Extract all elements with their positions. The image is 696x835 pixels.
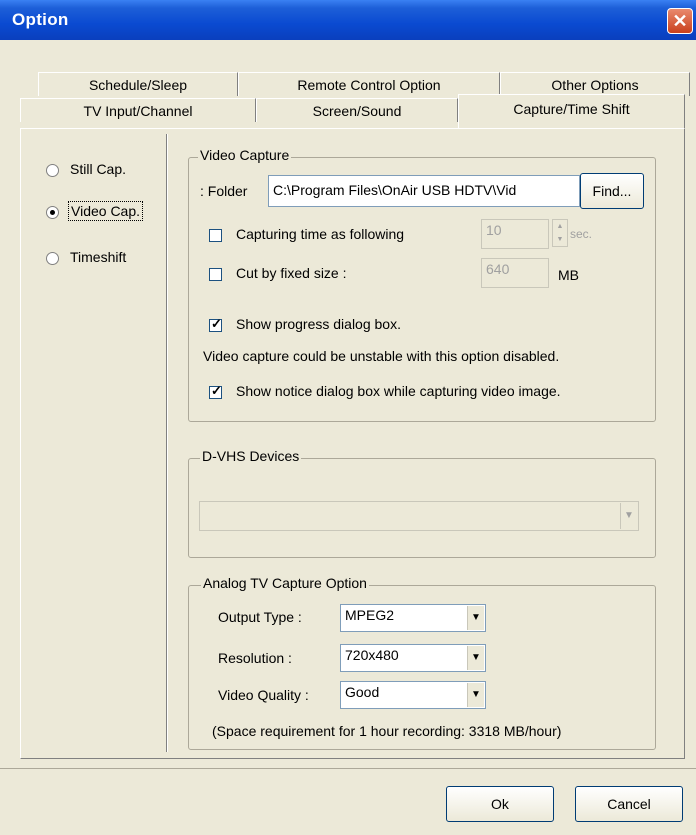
capturing-time-label: Capturing time as following [236,226,405,242]
tab-screen-sound[interactable]: Screen/Sound [256,98,458,122]
sidebar-separator [166,134,168,752]
dvhs-title: D-VHS Devices [200,448,302,464]
folder-label: : Folder [200,183,248,199]
radio-video-cap[interactable] [46,206,59,219]
show-progress-checkbox[interactable]: ✓ [209,316,222,332]
warning-text: Video capture could be unstable with thi… [203,348,560,364]
space-requirement-text: (Space requirement for 1 hour recording:… [212,723,562,739]
radio-timeshift-label: Timeshift [70,249,127,265]
output-type-value: MPEG2 [345,607,395,623]
window-title: Option [12,10,69,29]
cancel-button[interactable]: Cancel [575,786,683,822]
resolution-label: Resolution : [218,650,292,666]
find-button[interactable]: Find... [580,173,644,209]
mb-label: MB [558,267,579,283]
tab-other-options[interactable]: Other Options [500,72,690,96]
ok-button[interactable]: Ok [446,786,554,822]
tab-capture-time-shift[interactable]: Capture/Time Shift [458,94,685,128]
capturing-time-spinner[interactable]: ▲ ▼ [552,219,568,247]
cut-size-input[interactable]: 640 [481,258,549,288]
folder-input[interactable]: C:\Program Files\OnAir USB HDTV\Vid [268,175,580,207]
chevron-down-icon[interactable]: ▼ [467,606,484,630]
video-capture-title: Video Capture [198,147,292,163]
analog-capture-title: Analog TV Capture Option [201,575,369,591]
quality-value: Good [345,684,380,700]
quality-label: Video Quality : [218,687,309,703]
title-bar: Option ✕ [0,0,696,40]
capturing-time-checkbox[interactable] [209,229,222,242]
capturing-time-input[interactable]: 10 [481,219,549,249]
cut-size-label: Cut by fixed size : [236,265,347,281]
resolution-value: 720x480 [345,647,399,663]
show-notice-checkbox[interactable]: ✓ [209,383,222,399]
dvhs-select[interactable]: ▼ [199,501,639,531]
chevron-down-icon[interactable]: ▼ [467,646,484,670]
cut-size-checkbox[interactable] [209,268,222,281]
tab-schedule-sleep[interactable]: Schedule/Sleep [38,72,238,96]
spin-down-icon[interactable]: ▼ [553,233,567,246]
checkmark-icon: ✓ [211,316,222,331]
show-notice-label: Show notice dialog box while capturing v… [236,383,561,399]
radio-timeshift[interactable] [46,252,59,265]
radio-still-cap[interactable] [46,164,59,177]
close-button[interactable]: ✕ [667,8,693,34]
quality-select[interactable]: Good ▼ [340,681,486,709]
radio-video-cap-label: Video Cap. [68,201,144,221]
output-type-label: Output Type : [218,609,302,625]
spin-up-icon[interactable]: ▲ [553,220,567,233]
tab-remote-control-option[interactable]: Remote Control Option [238,72,500,96]
radio-still-cap-label: Still Cap. [70,161,127,177]
output-type-select[interactable]: MPEG2 ▼ [340,604,486,632]
sec-label: sec. [570,227,593,241]
checkmark-icon: ✓ [211,383,222,398]
chevron-down-icon[interactable]: ▼ [620,503,637,529]
tab-tv-input-channel[interactable]: TV Input/Channel [20,98,256,122]
chevron-down-icon[interactable]: ▼ [467,683,484,707]
show-progress-label: Show progress dialog box. [236,316,401,332]
resolution-select[interactable]: 720x480 ▼ [340,644,486,672]
